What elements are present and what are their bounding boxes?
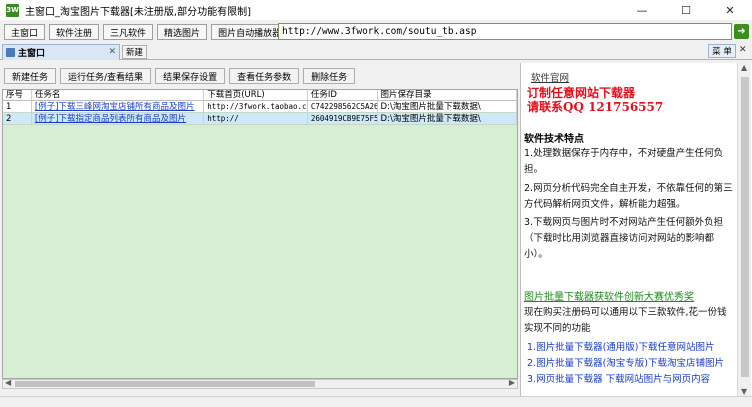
scroll-left-icon[interactable]: ◀ (5, 378, 11, 387)
delete-task-button[interactable]: 删除任务 (303, 68, 356, 84)
minimize-button[interactable]: — (620, 0, 664, 20)
image-autoplayer-button[interactable]: 图片自动播放器 (211, 24, 289, 40)
task-id: C742298562C5A26E (308, 101, 378, 112)
vertical-scrollbar[interactable]: ▲ ▼ (737, 63, 751, 396)
view-params-button[interactable]: 查看任务参数 (229, 68, 300, 84)
task-name[interactable]: [例子]下载三峰网淘宝店铺所有商品及图片 (32, 101, 205, 112)
official-site-link[interactable]: 软件官网 (531, 70, 569, 84)
url-text: http://www.3fwork.com/soutu_tb.asp (282, 26, 477, 37)
toolbar: 主窗口 软件注册 三凡软件 精选图片 图片自动播放器 http://www.3f… (0, 22, 752, 42)
new-tab-button[interactable]: 新建 (122, 45, 148, 59)
tab-strip: 主窗口 ✕ 新建 菜 单 ✕ (0, 43, 752, 60)
url-input[interactable]: http://www.3fwork.com/soutu_tb.asp (278, 23, 732, 40)
feature-3: 3.下载网页与图片时不对网站产生任何额外负担（下载时比用浏览器直接访问对网站的影… (524, 217, 724, 260)
row-index: 1 (3, 101, 32, 112)
task-panel: 新建任务 运行任务/查看结果 结果保存设置 查看任务参数 删除任务 序号 任务名… (0, 63, 518, 396)
scroll-up-icon[interactable]: ▲ (741, 63, 747, 72)
app-icon: 3W (6, 3, 19, 17)
tab-close-icon[interactable]: ✕ (108, 47, 116, 57)
window-tab-icon (6, 48, 15, 57)
row-index: 2 (3, 113, 32, 124)
scroll-thumb[interactable] (15, 381, 315, 387)
tab-main-label: 主窗口 (18, 49, 46, 59)
window-title: 主窗口_淘宝图片下载器[未注册版,部分功能有限制] (25, 6, 251, 18)
save-dir: D:\淘宝图片批量下载数据\ (378, 101, 517, 112)
feature-1: 1.处理数据保存于内存中，不对硬盘产生任何负担。 (524, 148, 724, 175)
main-window-button[interactable]: 主窗口 (4, 24, 46, 40)
task-id: 2604919CB9E75F54 (308, 113, 378, 124)
close-button[interactable]: ✕ (708, 0, 752, 20)
column-header[interactable]: 序号 (3, 90, 32, 100)
column-header[interactable]: 任务ID (308, 90, 378, 100)
horizontal-scrollbar[interactable]: ◀ ▶ (2, 378, 518, 389)
menu-close-icon[interactable]: ✕ (739, 45, 747, 55)
new-task-button[interactable]: 新建任务 (4, 68, 57, 84)
product-link[interactable]: 2.图片批量下载器(淘宝专版)下载淘宝店铺图片 (527, 355, 724, 369)
award-link[interactable]: 图片批量下载器获软件创新大赛优秀奖 (524, 288, 694, 303)
features-title: 软件技术特点 (524, 134, 584, 145)
table-row[interactable]: 2 [例子]下载指定商品列表所有商品及图片 http:// 2604919CB9… (3, 113, 517, 125)
product-link[interactable]: 3.网页批量下载器 下载网站图片与网页内容 (527, 371, 710, 385)
purchase-note: 现在购买注册码可以通用以下三款软件,花一份钱实现不同的功能 (524, 307, 727, 334)
task-url: http://3fwork.taobao.com (204, 101, 308, 112)
task-url: http:// (204, 113, 308, 124)
run-task-button[interactable]: 运行任务/查看结果 (60, 68, 152, 84)
column-header[interactable]: 图片保存目录 (378, 90, 517, 100)
title-bar: 3W 主窗口_淘宝图片下载器[未注册版,部分功能有限制] — ☐ ✕ (0, 0, 752, 20)
feature-2: 2.网页分析代码完全自主开发，不依靠任何的第三方代码解析网页文件，解析能力超强。 (524, 183, 733, 210)
promo-line-2: 请联系QQ 121756557 (527, 100, 664, 114)
go-arrow-icon[interactable]: ➜ (734, 24, 749, 39)
save-settings-button[interactable]: 结果保存设置 (155, 68, 226, 84)
save-dir: D:\淘宝图片批量下载数据\ (378, 113, 517, 124)
product-link[interactable]: 1.图片批量下载器(通用版)下载任意网站图片 (527, 339, 714, 353)
scroll-down-icon[interactable]: ▼ (741, 387, 747, 396)
task-name[interactable]: [例子]下载指定商品列表所有商品及图片 (32, 113, 205, 124)
table-header: 序号 任务名 下载首页(URL) 任务ID 图片保存目录 (3, 90, 517, 101)
window-controls: — ☐ ✕ (620, 0, 752, 20)
column-header[interactable]: 下载首页(URL) (204, 90, 308, 100)
tab-main-window[interactable]: 主窗口 ✕ (2, 44, 120, 60)
menu-button[interactable]: 菜 单 (708, 44, 736, 58)
table-row[interactable]: 1 [例子]下载三峰网淘宝店铺所有商品及图片 http://3fwork.tao… (3, 101, 517, 113)
task-table: 序号 任务名 下载首页(URL) 任务ID 图片保存目录 1 [例子]下载三峰网… (2, 89, 518, 379)
scroll-thumb[interactable] (741, 77, 749, 377)
status-bar (0, 396, 752, 407)
column-header[interactable]: 任务名 (32, 90, 205, 100)
maximize-button[interactable]: ☐ (664, 0, 708, 20)
sanfan-software-button[interactable]: 三凡软件 (103, 24, 154, 40)
task-actions: 新建任务 运行任务/查看结果 结果保存设置 查看任务参数 删除任务 (0, 68, 356, 86)
featured-images-button[interactable]: 精选图片 (157, 24, 208, 40)
scroll-right-icon[interactable]: ▶ (509, 378, 515, 387)
info-panel: 软件官网 订制任意网站下载器 请联系QQ 121756557 软件技术特点 1.… (520, 63, 752, 396)
register-button[interactable]: 软件注册 (49, 24, 100, 40)
